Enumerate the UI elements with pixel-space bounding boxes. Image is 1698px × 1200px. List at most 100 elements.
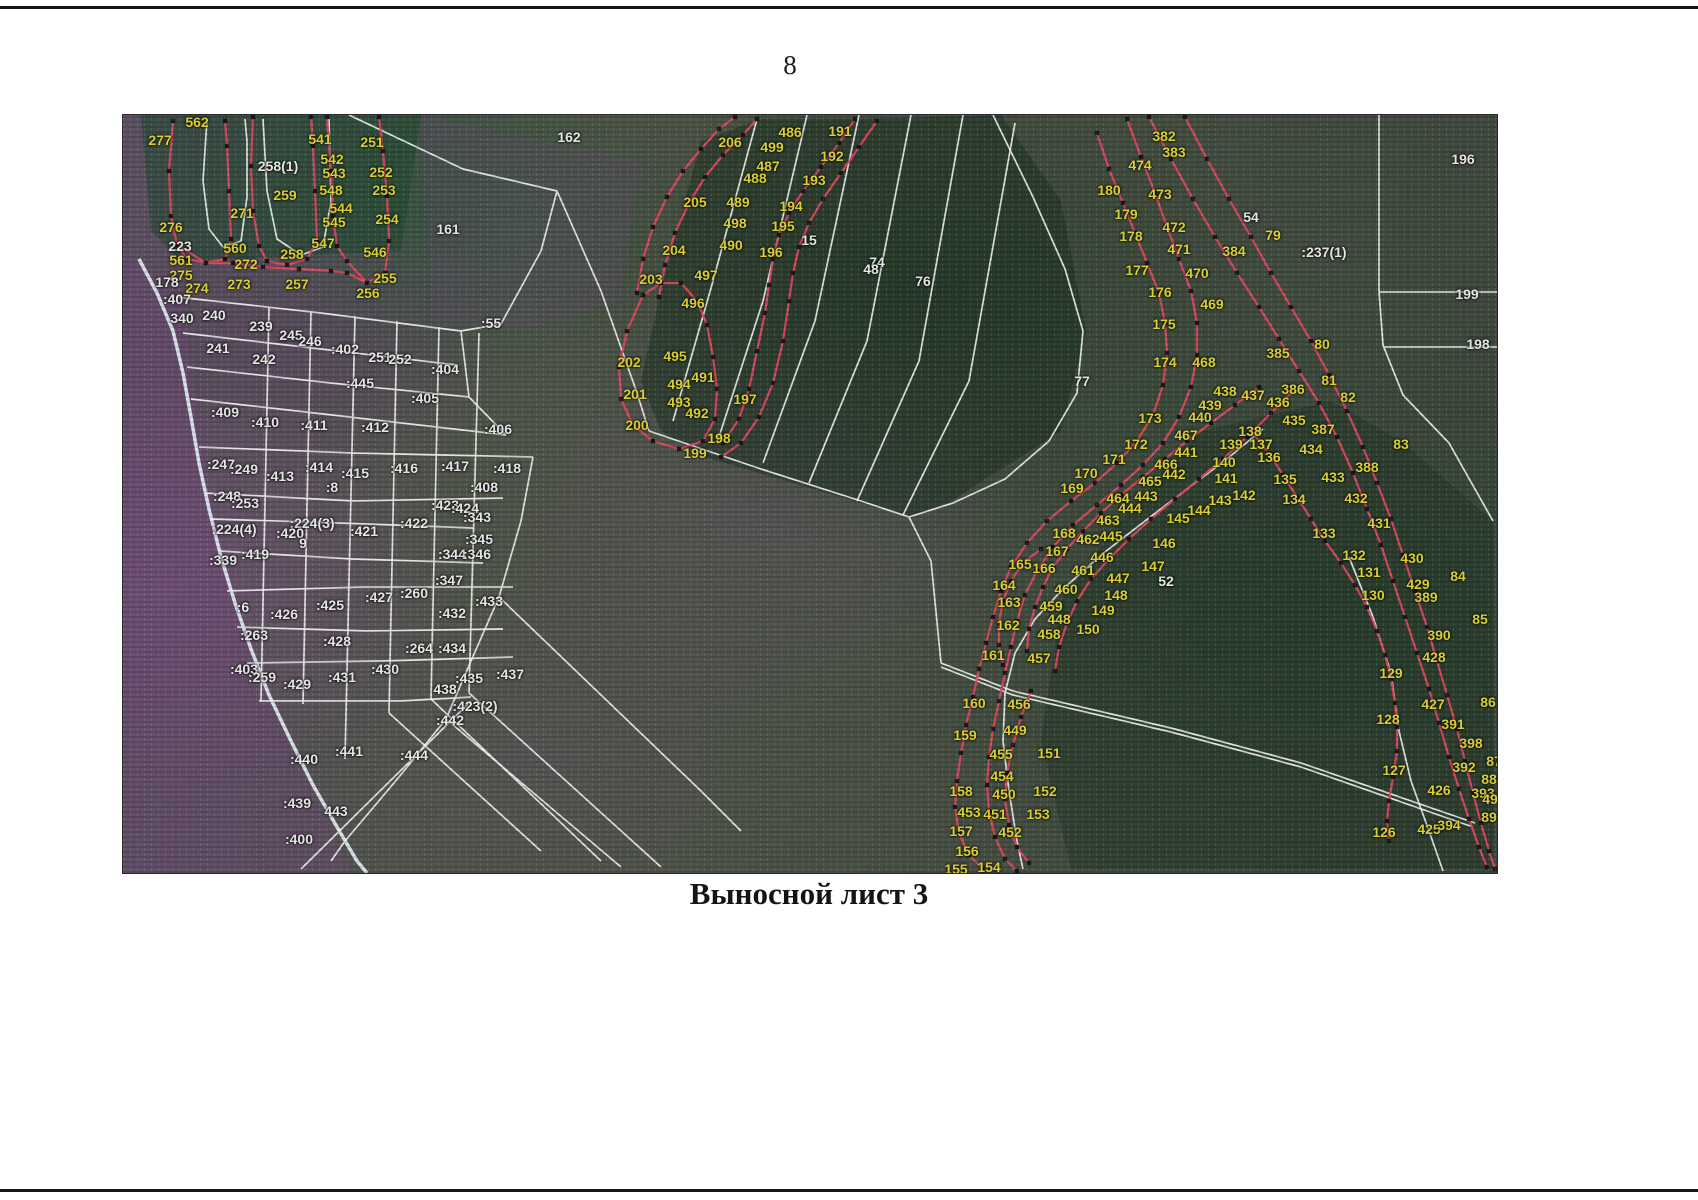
parcel-number-label: 223 [168, 239, 191, 253]
survey-point-label: 394 [1437, 818, 1460, 832]
parcel-boundary-line [237, 627, 503, 631]
page-top-rule [0, 6, 1698, 9]
survey-point-label: 273 [227, 277, 250, 291]
survey-point-label: 135 [1273, 472, 1296, 486]
survey-point-label: 253 [372, 183, 395, 197]
survey-point-label: 201 [623, 387, 646, 401]
document-page: { "page": { "number": "8", "caption": "В… [0, 0, 1698, 1200]
parcel-number-label: :418 [493, 461, 521, 475]
survey-point-label: 256 [356, 286, 379, 300]
survey-point-label: 81 [1321, 373, 1337, 387]
survey-point-label: 496 [681, 296, 704, 310]
survey-point-label: 80 [1314, 337, 1330, 351]
survey-point-marker [959, 751, 963, 755]
survey-point-marker [673, 231, 677, 235]
survey-point-marker [767, 283, 771, 287]
parcel-boundary-line [259, 697, 471, 701]
survey-point-label: 252 [369, 165, 392, 179]
survey-point-label: 191 [828, 124, 851, 138]
survey-point-label: 164 [992, 578, 1015, 592]
survey-point-label: 426 [1427, 783, 1450, 797]
survey-point-marker [1107, 167, 1111, 171]
survey-point-label: 382 [1152, 129, 1175, 143]
survey-point-label: 165 [1008, 557, 1031, 571]
survey-point-label: 276 [159, 220, 182, 234]
parcel-number-label: :343 [463, 510, 491, 524]
survey-point-marker [1177, 415, 1181, 419]
survey-point-marker [1121, 201, 1125, 205]
survey-point-label: 541 [308, 132, 331, 146]
survey-point-label: 82 [1340, 390, 1356, 404]
survey-point-label: 545 [322, 215, 345, 229]
survey-point-marker [991, 615, 995, 619]
parcel-number-label: :434 [438, 641, 466, 655]
parcel-number-label: :344 [438, 547, 466, 561]
survey-point-marker [1027, 627, 1031, 631]
survey-point-marker [1023, 593, 1027, 597]
parcel-number-label: :431 [328, 670, 356, 684]
parcel-number-label: :430 [371, 662, 399, 676]
survey-point-label: 157 [949, 824, 972, 838]
survey-point-label: 167 [1045, 544, 1068, 558]
survey-point-marker [1317, 401, 1321, 405]
parcel-number-label: :440 [290, 752, 318, 766]
survey-point-marker [1025, 541, 1029, 545]
survey-point-label: 456 [1007, 697, 1030, 711]
parcel-number-label: :409 [211, 405, 239, 419]
survey-point-label: 145 [1166, 511, 1189, 525]
survey-point-label: 197 [733, 392, 756, 406]
survey-point-label: 432 [1344, 491, 1367, 505]
survey-point-marker [755, 117, 759, 121]
survey-point-marker [721, 153, 725, 157]
survey-point-label: 174 [1153, 355, 1176, 369]
survey-point-label: 384 [1222, 244, 1245, 258]
survey-point-marker [1029, 689, 1033, 693]
parcel-number-label: :55 [481, 316, 501, 330]
survey-point-marker [651, 439, 655, 443]
survey-point-marker [1335, 435, 1339, 439]
survey-point-label: 445 [1099, 529, 1122, 543]
survey-point-label: 427 [1421, 697, 1444, 711]
parcel-number-label: :416 [390, 461, 418, 475]
survey-point-label: 437 [1241, 388, 1264, 402]
survey-point-marker [1057, 645, 1061, 649]
survey-point-label: 173 [1138, 411, 1161, 425]
parcel-number-label: :406 [484, 422, 512, 436]
survey-point-label: 259 [273, 188, 296, 202]
survey-point-marker [657, 295, 661, 299]
survey-point-label: 452 [998, 825, 1021, 839]
survey-point-label: 431 [1367, 516, 1390, 530]
survey-point-label: 436 [1266, 395, 1289, 409]
parcel-number-label: 77 [1074, 374, 1090, 388]
survey-point-label: 205 [683, 195, 706, 209]
survey-point-marker [717, 127, 721, 131]
parcel-number-label: 198 [1466, 337, 1489, 351]
survey-point-marker [1457, 787, 1461, 791]
parcel-number-label: 162 [557, 130, 580, 144]
survey-point-marker [791, 271, 795, 275]
survey-point-label: 149 [1091, 603, 1114, 617]
survey-point-marker [1487, 849, 1491, 853]
parcel-number-label: 48 [863, 262, 879, 276]
survey-point-label: 435 [1282, 413, 1305, 427]
parcel-number-label: 161 [436, 222, 459, 236]
survey-point-marker [1095, 131, 1099, 135]
survey-point-marker [204, 261, 208, 265]
survey-point-label: 146 [1152, 536, 1175, 550]
survey-point-label: 83 [1393, 437, 1409, 451]
parcel-number-label: :423(2) [452, 699, 497, 713]
survey-point-label: 455 [989, 747, 1012, 761]
parcel-number-label: :224(4) [211, 522, 256, 536]
parcel-number-label: :408 [470, 480, 498, 494]
parcel-number-label: :339 [209, 553, 237, 567]
survey-point-marker [169, 214, 173, 218]
survey-point-marker [677, 447, 681, 451]
parcel-number-label: :427 [365, 590, 393, 604]
survey-point-marker [1365, 605, 1369, 609]
survey-point-marker [757, 415, 761, 419]
parcel-number-label: :414 [305, 460, 333, 474]
parcel-number-label: :405 [411, 391, 439, 405]
survey-point-marker [701, 439, 705, 443]
survey-point-label: 497 [694, 268, 717, 282]
parcel-number-label: :412 [361, 420, 389, 434]
